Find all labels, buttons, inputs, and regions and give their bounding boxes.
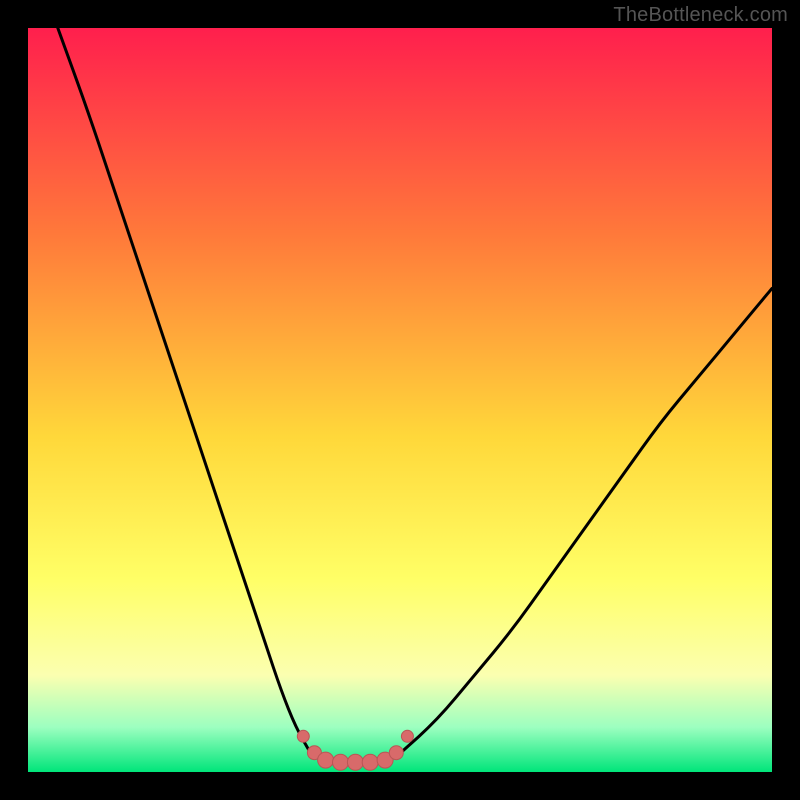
valley-dot — [401, 730, 413, 742]
valley-dot — [297, 730, 309, 742]
valley-dot — [389, 746, 403, 760]
valley-dot — [347, 754, 363, 770]
valley-dot — [362, 754, 378, 770]
valley-dot — [333, 754, 349, 770]
curve-path — [58, 28, 772, 763]
plot-area — [28, 28, 772, 772]
chart-frame: TheBottleneck.com — [0, 0, 800, 800]
bottleneck-curve — [28, 28, 772, 772]
watermark-text: TheBottleneck.com — [613, 4, 788, 27]
valley-dot — [318, 752, 334, 768]
